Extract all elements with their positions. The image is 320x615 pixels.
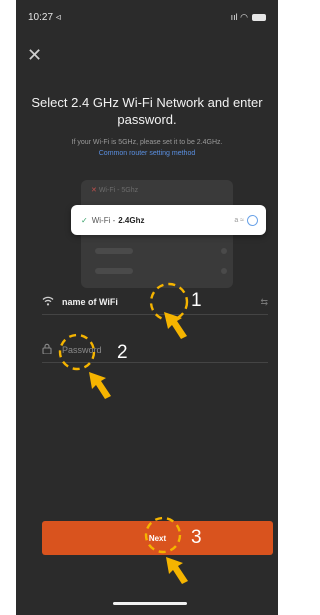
page-title: Select 2.4 GHz Wi-Fi Network and enter p… bbox=[31, 95, 263, 127]
pointer-arrow-1 bbox=[164, 312, 187, 339]
illustration-bar bbox=[95, 248, 133, 254]
status-bar: 10:27 ◃ ııl ◠ bbox=[28, 12, 266, 26]
wifi-ssid: 2.4Ghz bbox=[118, 215, 145, 225]
illustration-dot bbox=[221, 248, 227, 254]
password-placeholder: Password bbox=[62, 345, 102, 355]
home-indicator bbox=[113, 602, 187, 605]
info-icon bbox=[247, 214, 258, 226]
lock-wifi-icon: a ≈ bbox=[234, 216, 244, 224]
wifi-card-icons: a ≈ bbox=[234, 214, 258, 226]
illustration-row-5g: ✕ Wi-Fi - 5Ghz bbox=[91, 186, 221, 196]
pointer-arrow-3 bbox=[166, 557, 188, 584]
router-settings-link[interactable]: Common router setting method bbox=[24, 148, 270, 159]
switch-network-icon[interactable]: ⇆ bbox=[260, 297, 268, 308]
wifi-icon bbox=[42, 296, 62, 309]
status-icons: ııl ◠ bbox=[231, 12, 266, 23]
close-icon[interactable]: ✕ bbox=[27, 46, 42, 64]
check-icon: ✓ bbox=[81, 215, 88, 225]
hint-text: If your Wi-Fi is 5GHz, please set it to … bbox=[24, 137, 270, 159]
step-number-1: 1 bbox=[191, 290, 202, 311]
wifi-name-field[interactable]: name of WiFi ⇆ bbox=[42, 290, 268, 315]
next-button[interactable]: Next bbox=[42, 521, 273, 555]
selected-wifi-card: ✓ Wi-Fi - 2.4Ghz a ≈ bbox=[71, 205, 266, 235]
illustration-dot bbox=[221, 268, 227, 274]
password-field[interactable]: Password bbox=[42, 338, 268, 363]
wifi-name-value: name of WiFi bbox=[62, 297, 118, 307]
step-number-3: 3 bbox=[191, 527, 202, 548]
x-icon: ✕ bbox=[91, 187, 97, 194]
illustration-5g-label: Wi-Fi - 5Ghz bbox=[98, 187, 139, 194]
signal-wifi-icon: ııl ◠ bbox=[230, 12, 248, 22]
illustration-bar bbox=[95, 268, 133, 274]
battery-icon bbox=[252, 14, 266, 21]
phone-screen: 10:27 ◃ ııl ◠ ✕ Select 2.4 GHz Wi-Fi Net… bbox=[16, 0, 278, 615]
wifi-illustration: ✕ Wi-Fi - 5Ghz ✓ Wi-Fi - 2.4Ghz a ≈ bbox=[61, 180, 266, 290]
pointer-arrow-2 bbox=[89, 372, 111, 399]
step-number-2: 2 bbox=[117, 342, 128, 363]
status-time: 10:27 ◃ bbox=[28, 12, 61, 23]
lock-icon bbox=[42, 343, 62, 357]
wifi-prefix: Wi-Fi - bbox=[91, 215, 116, 225]
hint-message: If your Wi-Fi is 5GHz, please set it to … bbox=[71, 139, 223, 146]
